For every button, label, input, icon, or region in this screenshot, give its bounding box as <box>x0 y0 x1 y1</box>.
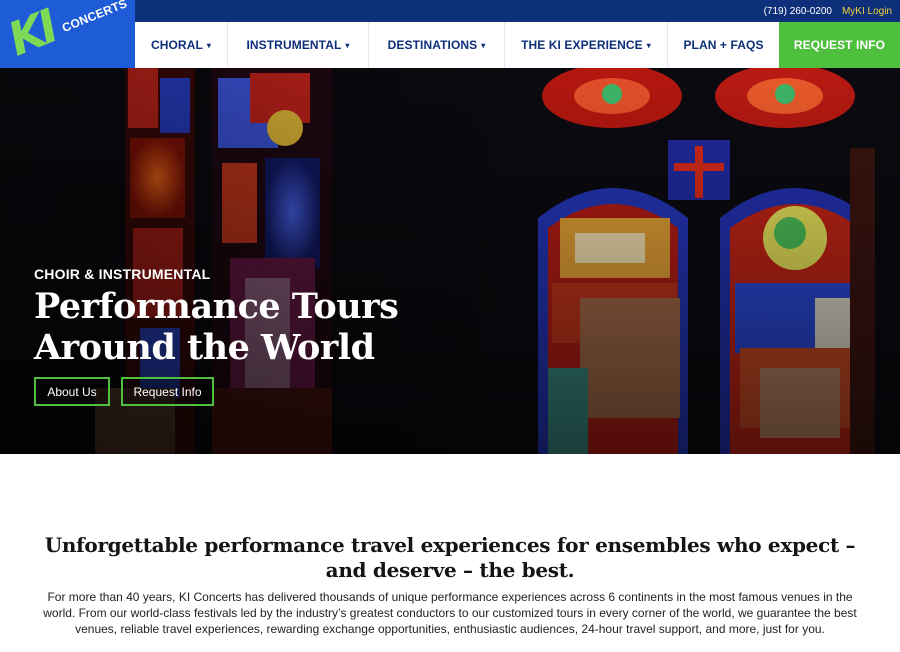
nav-item-label: DESTINATIONS <box>387 38 478 52</box>
nav-item-ki-experience[interactable]: THE KI EXPERIENCE ▾ <box>505 22 668 68</box>
intro-body: For more than 40 years, KI Concerts has … <box>43 590 857 636</box>
caret-down-icon: ▾ <box>206 40 212 50</box>
nav-item-label: INSTRUMENTAL <box>246 38 342 52</box>
main-nav: CHORAL ▾ INSTRUMENTAL ▾ DESTINATIONS ▾ T… <box>135 22 900 68</box>
phone-link[interactable]: (719) 260-0200 <box>764 6 832 17</box>
logo-mark: KI <box>0 0 63 67</box>
request-info-nav-button[interactable]: REQUEST INFO <box>779 22 900 68</box>
about-us-button[interactable]: About Us <box>34 377 110 406</box>
hero-eyebrow: CHOIR & INSTRUMENTAL <box>34 266 211 282</box>
hero-banner: CHOIR & INSTRUMENTAL Performance Tours A… <box>0 68 900 454</box>
nav-item-destinations[interactable]: DESTINATIONS ▾ <box>369 22 505 68</box>
hero-title-line-1: Performance Tours <box>34 286 399 327</box>
intro-heading: Unforgettable performance travel experie… <box>44 533 856 582</box>
hero-title: Performance Tours Around the World <box>34 286 454 368</box>
caret-down-icon: ▾ <box>345 40 350 50</box>
utility-bar: (719) 260-0200 MyKI Login <box>135 0 900 22</box>
login-link[interactable]: MyKI Login <box>842 6 892 17</box>
nav-item-label: CHORAL <box>150 38 203 52</box>
nav-item-label: PLAN + FAQS <box>683 38 764 52</box>
nav-item-choral[interactable]: CHORAL ▾ <box>135 22 228 68</box>
site-logo[interactable]: KI CONCERTS <box>0 0 135 68</box>
caret-down-icon: ▾ <box>481 40 486 50</box>
caret-down-icon: ▾ <box>646 40 651 50</box>
nav-item-label: THE KI EXPERIENCE <box>521 38 643 52</box>
nav-item-plan-faqs[interactable]: PLAN + FAQS <box>668 22 779 68</box>
logo-wordmark: CONCERTS <box>60 0 130 35</box>
nav-item-instrumental[interactable]: INSTRUMENTAL ▾ <box>228 22 369 68</box>
hero-title-line-2: Around the World <box>34 327 375 368</box>
request-info-button[interactable]: Request Info <box>121 377 214 406</box>
